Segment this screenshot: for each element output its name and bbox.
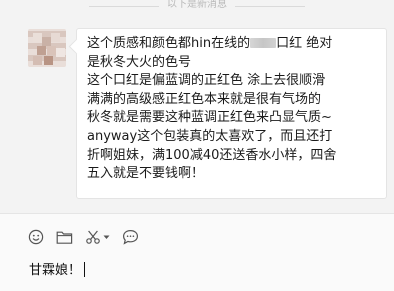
divider-line-left bbox=[89, 5, 159, 7]
message-line: 折啊姐妹，满100减40还送香水小样，四舍 bbox=[87, 147, 337, 163]
input-value: 甘霖娘！ bbox=[29, 263, 82, 278]
chat-history: 以下是新消息 这个质感和颜色都hin在线的 口红 绝对 是秋冬大火的色号 这个口红… bbox=[0, 0, 394, 213]
new-messages-label: 以下是新消息 bbox=[167, 0, 227, 10]
chevron-down-icon[interactable] bbox=[103, 235, 110, 240]
message-line: 秋冬就是需要这种蓝调正红色来凸显气质~ bbox=[87, 110, 332, 126]
divider-line-right bbox=[235, 5, 305, 7]
emoji-icon[interactable] bbox=[28, 229, 44, 245]
message-line: 这个口红是偏蓝调的正红色 涂上去很顺滑 bbox=[87, 73, 326, 89]
message-bubble[interactable]: 这个质感和颜色都hin在线的 口红 绝对 是秋冬大火的色号 这个口红是偏蓝调的正红… bbox=[76, 28, 387, 199]
redacted-text bbox=[250, 38, 277, 48]
message-line: 这个质感和颜色都hin在线的 口红 绝对 bbox=[87, 36, 333, 51]
message-editor[interactable]: 甘霖娘！ bbox=[0, 213, 394, 291]
text-caret bbox=[84, 262, 86, 277]
folder-icon[interactable] bbox=[56, 230, 73, 245]
message-input[interactable]: 甘霖娘！ bbox=[29, 259, 86, 278]
message-line: 五入就是不要钱啊！ bbox=[87, 166, 205, 182]
message-line: 满满的高级感正红色本来就是很有气场的 bbox=[87, 91, 322, 107]
new-messages-divider: 以下是新消息 bbox=[0, 0, 394, 12]
chat-bubble-icon[interactable] bbox=[122, 229, 139, 245]
scissors-icon[interactable] bbox=[85, 229, 101, 245]
message-line: anyway这个包装真的太喜欢了，而且还打 bbox=[87, 128, 333, 144]
avatar[interactable] bbox=[28, 29, 66, 67]
editor-toolbar bbox=[28, 229, 151, 245]
message-line: 是秋冬大火的色号 bbox=[87, 54, 192, 70]
